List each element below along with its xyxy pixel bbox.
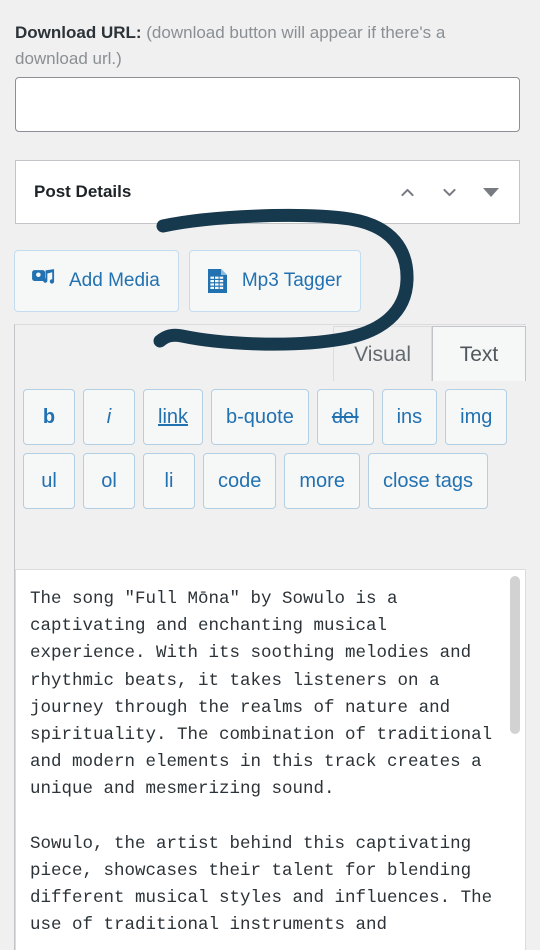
quicktag-b-quote[interactable]: b-quote xyxy=(211,389,309,445)
textarea-scrollbar-thumb[interactable] xyxy=(510,576,520,734)
move-down-button[interactable] xyxy=(435,178,463,206)
add-media-button[interactable]: Add Media xyxy=(14,250,179,312)
media-buttons-row: Add Media Mp3 Tagger xyxy=(14,250,361,312)
post-details-postbox: Post Details xyxy=(15,160,520,224)
move-up-button[interactable] xyxy=(393,178,421,206)
download-url-label: Download URL: (download button will appe… xyxy=(15,20,515,72)
quicktag-ins[interactable]: ins xyxy=(381,389,438,445)
textarea-scrollbar-track[interactable] xyxy=(510,571,523,950)
download-url-label-strong: Download URL: xyxy=(15,23,142,42)
quicktag-ul[interactable]: ul xyxy=(23,453,75,509)
toggle-panel-button[interactable] xyxy=(477,178,505,206)
chevron-down-icon xyxy=(442,188,456,196)
quicktags-toolbar: b i link b-quote del ins img ul ol li co… xyxy=(15,381,526,519)
post-details-title: Post Details xyxy=(34,182,132,201)
mp3-tagger-label: Mp3 Tagger xyxy=(241,270,342,291)
add-media-icon xyxy=(31,268,57,294)
download-url-input[interactable] xyxy=(15,77,520,132)
quicktag-close-tags[interactable]: close tags xyxy=(367,453,489,509)
mp3-tagger-button[interactable]: Mp3 Tagger xyxy=(188,250,361,312)
content-textarea-value: The song "Full Mōna" by Sowulo is a capt… xyxy=(30,589,493,936)
quicktag-i[interactable]: i xyxy=(83,389,135,445)
tab-text[interactable]: Text xyxy=(432,326,526,382)
wordpress-post-editor-screen: Download URL: (download button will appe… xyxy=(0,0,540,950)
quicktag-more[interactable]: more xyxy=(284,453,360,509)
editor-mode-tabs: Visual Text xyxy=(333,326,526,382)
quicktag-ol[interactable]: ol xyxy=(83,453,135,509)
add-media-label: Add Media xyxy=(69,270,160,291)
post-details-actions xyxy=(393,178,505,206)
chevron-up-icon xyxy=(400,188,414,196)
tab-visual[interactable]: Visual xyxy=(333,326,432,382)
quicktag-del[interactable]: del xyxy=(316,389,374,445)
content-textarea[interactable]: The song "Full Mōna" by Sowulo is a capt… xyxy=(15,569,526,950)
triangle-down-icon xyxy=(483,187,499,197)
post-content-editor: Visual Text b i link b-quote del ins img… xyxy=(14,324,526,950)
mp3-tagger-icon xyxy=(206,268,230,294)
quicktag-b[interactable]: b xyxy=(23,389,75,445)
quicktag-img[interactable]: img xyxy=(445,389,508,445)
quicktag-link[interactable]: link xyxy=(143,389,204,445)
quicktag-li[interactable]: li xyxy=(143,453,195,509)
quicktag-code[interactable]: code xyxy=(203,453,277,509)
